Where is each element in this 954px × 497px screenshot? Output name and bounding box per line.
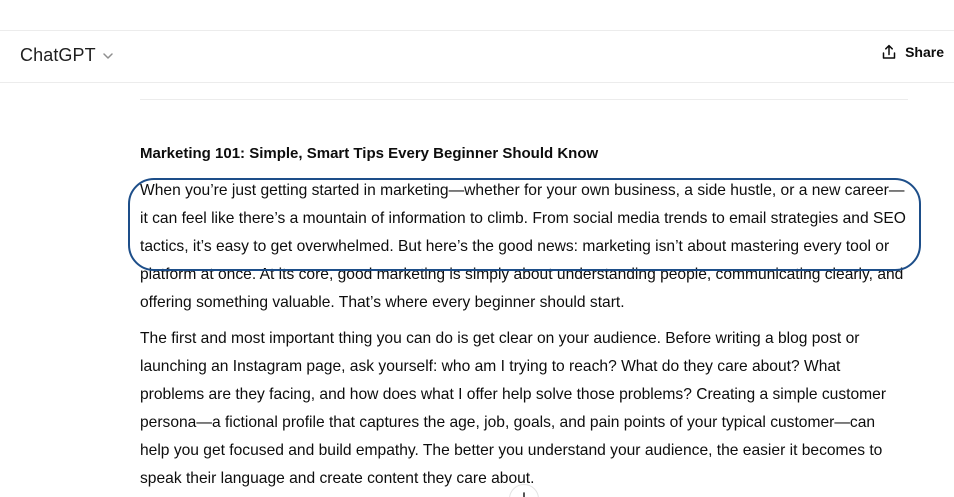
arrow-down-icon	[518, 491, 530, 497]
article-paragraph: The first and most important thing you c…	[140, 330, 887, 487]
model-name: ChatGPT	[20, 45, 96, 65]
assistant-message: Marketing 101: Simple, Smart Tips Every …	[140, 140, 908, 493]
model-switcher[interactable]: ChatGPT	[20, 45, 114, 66]
chevron-down-icon	[102, 50, 114, 62]
share-label: Share	[905, 44, 944, 60]
article-title: Marketing 101: Simple, Smart Tips Every …	[140, 145, 599, 162]
share-button[interactable]: Share	[881, 44, 944, 60]
chat-header: ChatGPT Share	[0, 31, 954, 83]
share-icon	[881, 44, 897, 60]
article-paragraph: When you’re just getting started in mark…	[140, 182, 906, 311]
chat-page: ChatGPT Share Marketing 101: Simple, Sma…	[0, 0, 954, 497]
message-divider	[140, 99, 908, 100]
